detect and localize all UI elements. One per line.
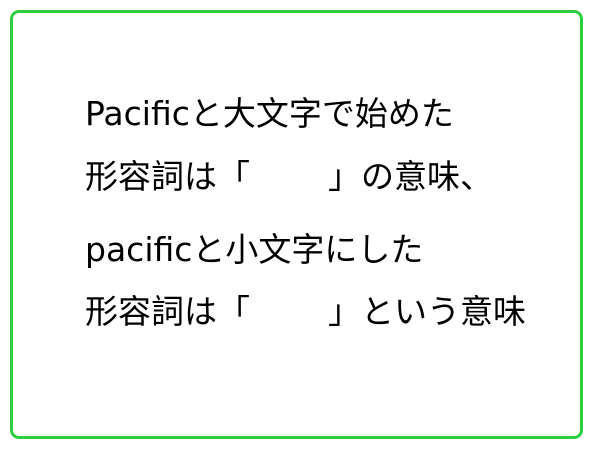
prompt-line-2-suffix: 」の意味、 [328, 157, 493, 196]
prompt-line-4-suffix: 」という意味 [328, 292, 526, 331]
prompt-line-1: Pacificと大文字で始めた [85, 94, 454, 133]
prompt-line-4: 形容詞は「 」という意味 [85, 292, 526, 332]
quiz-card [10, 10, 583, 439]
prompt-line-4-prefix: 形容詞は「 [85, 292, 250, 331]
prompt-line-3: pacificと小文字にした [85, 230, 424, 269]
prompt-line-2: 形容詞は「 」の意味、 [85, 157, 493, 197]
prompt-line-2-prefix: 形容詞は「 [85, 157, 250, 196]
